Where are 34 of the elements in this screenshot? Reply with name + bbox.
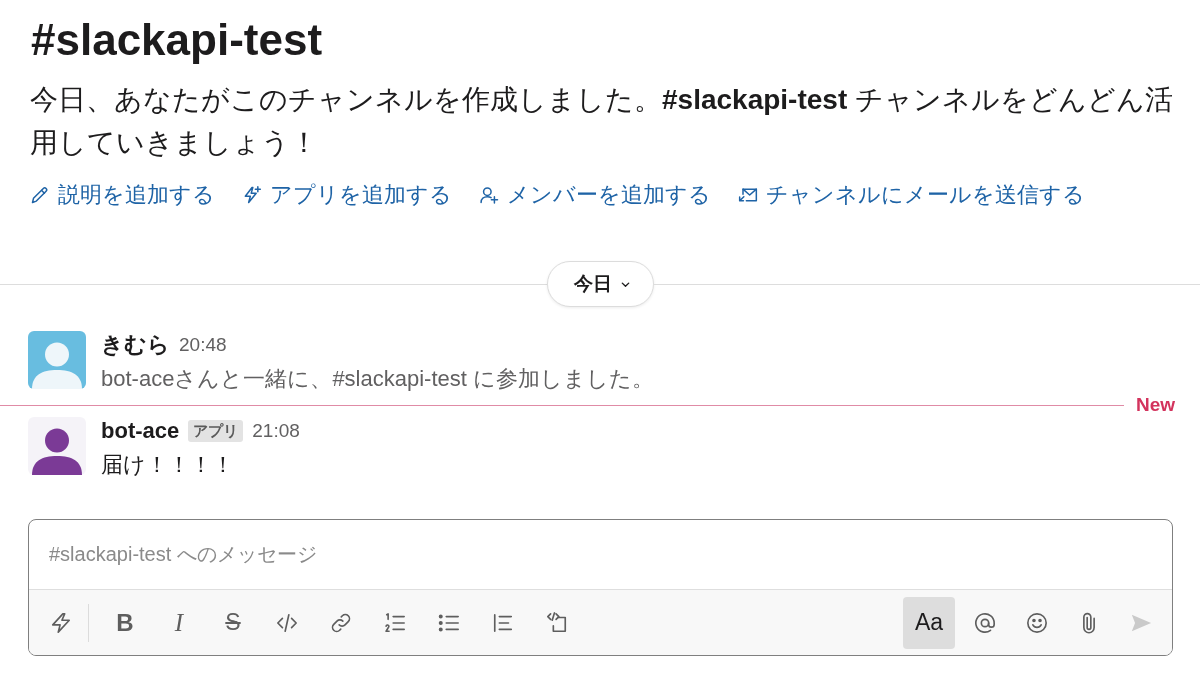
action-link[interactable]: 説明を追加する xyxy=(30,180,215,210)
action-link[interactable]: メンバーを追加する xyxy=(479,180,711,210)
at-sign-icon xyxy=(974,611,996,634)
italic-button[interactable]: I xyxy=(157,600,201,645)
envelope-icon xyxy=(738,185,758,205)
message-input[interactable]: #slackapi-test へのメッセージ xyxy=(29,520,1172,589)
code-block-icon xyxy=(546,611,568,634)
lightning-icon xyxy=(50,611,72,634)
lightning-plus-icon xyxy=(242,185,262,205)
formatting-button[interactable]: Aa xyxy=(903,596,955,649)
link-icon xyxy=(330,611,352,634)
message-text: bot-aceさんと一緒に、#slackapi-test に参加しました。 xyxy=(101,365,654,393)
message-time[interactable]: 21:08 xyxy=(252,417,300,445)
bold-button[interactable]: B xyxy=(103,600,147,645)
numbered-list-icon xyxy=(384,611,406,634)
action-link[interactable]: チャンネルにメールを送信する xyxy=(738,180,1085,210)
app-badge: アプリ xyxy=(188,420,244,442)
smiley-icon xyxy=(1026,611,1048,634)
author-name[interactable]: きむら xyxy=(101,331,170,359)
person-plus-icon xyxy=(479,185,499,205)
date-button[interactable]: 今日 xyxy=(546,261,654,307)
avatar-icon[interactable] xyxy=(28,417,86,475)
action-link[interactable]: アプリを追加する xyxy=(242,180,452,210)
strikethrough-button[interactable]: S xyxy=(211,600,255,645)
pencil-icon xyxy=(30,185,50,205)
new-messages-label: New xyxy=(1134,397,1176,413)
message-time[interactable]: 20:48 xyxy=(179,331,227,359)
quote-icon xyxy=(492,611,514,634)
author-name[interactable]: bot-ace xyxy=(101,417,180,445)
channel-description: 今日、あなたがこのチャンネルを作成しました。#slackapi-test チャンネルをどんどん活用していきましょう！ xyxy=(30,83,1174,160)
channel-title: #slackapi-test xyxy=(30,14,324,66)
message-text: 届け！！！！ xyxy=(101,451,235,479)
message-composer[interactable]: #slackapi-test へのメッセージ B I S Aa xyxy=(28,519,1173,656)
code-icon xyxy=(276,611,298,634)
